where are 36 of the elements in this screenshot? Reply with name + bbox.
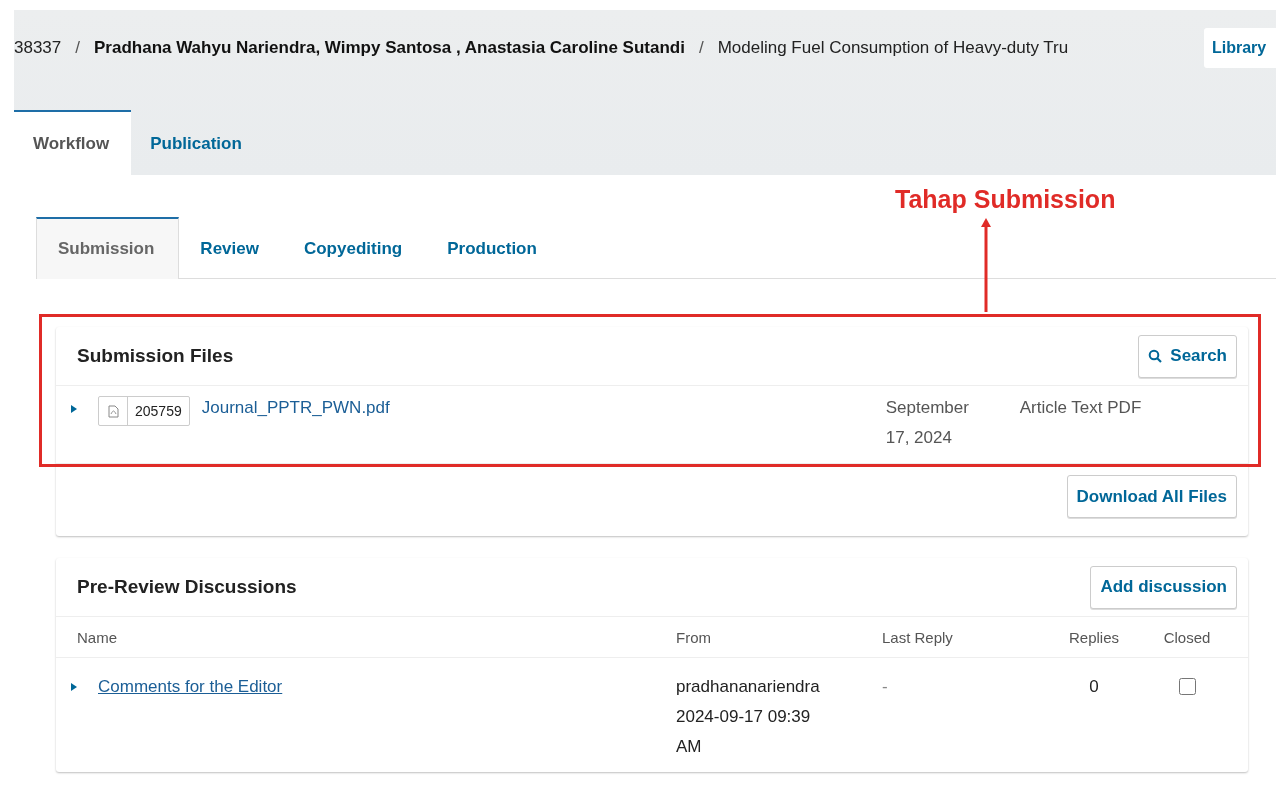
- post-date: 2024-09-17 09:39 AM: [676, 706, 812, 758]
- expand-toggle[interactable]: [70, 404, 78, 414]
- table-cell-text: -: [882, 676, 889, 698]
- search-icon: [1148, 349, 1163, 363]
- submission-id: 38337: [14, 38, 62, 58]
- file-date: September 17, 2024: [885, 397, 970, 449]
- column-header: Replies: [1068, 628, 1120, 646]
- file-link[interactable]: Journal_PPTR_PWN.pdf: [201, 398, 886, 418]
- stage-tab[interactable]: Production: [426, 217, 561, 278]
- download-all-button[interactable]: Download All Files: [1066, 475, 1237, 518]
- stage-tab[interactable]: Review: [179, 217, 283, 278]
- tab[interactable]: Workflow: [14, 110, 132, 175]
- stage-tab[interactable]: Copyediting: [282, 217, 427, 278]
- submission-title: Modeling Fuel Consumption of Heavy-duty Tru: [717, 38, 1070, 58]
- breadcrumb-separator: /: [698, 38, 704, 58]
- expand-toggle[interactable]: [70, 682, 78, 692]
- stage-tab[interactable]: Submission: [36, 217, 180, 279]
- closed-checkbox[interactable]: [1178, 678, 1196, 695]
- panel-title: Submission Files: [77, 345, 234, 367]
- file-type: Article Text PDF: [1019, 398, 1142, 418]
- column-header: Closed: [1162, 628, 1212, 646]
- library-button[interactable]: Library: [1204, 28, 1276, 68]
- annotation-label: Tahap Submission: [895, 184, 1116, 214]
- panel-title: Pre-Review Discussions: [77, 576, 297, 598]
- column-header: From: [676, 628, 712, 646]
- add-discussion-button[interactable]: Add discussion: [1090, 565, 1237, 609]
- column-header: Last Reply: [882, 628, 954, 646]
- table-cell-text: 0: [1088, 676, 1100, 698]
- discussion-link[interactable]: Comments for the Editor: [98, 672, 283, 702]
- column-header: Name: [76, 628, 118, 646]
- author-names: Pradhana Wahyu Nariendra, Wimpy Santosa , Anastasia Caroline Sutandi: [94, 38, 685, 58]
- search-button[interactable]: Search: [1138, 334, 1237, 378]
- breadcrumb-separator: /: [75, 38, 80, 58]
- username: pradhananariendra: [676, 676, 821, 698]
- file-id: 205759: [134, 402, 183, 421]
- tab[interactable]: Publication: [131, 110, 264, 175]
